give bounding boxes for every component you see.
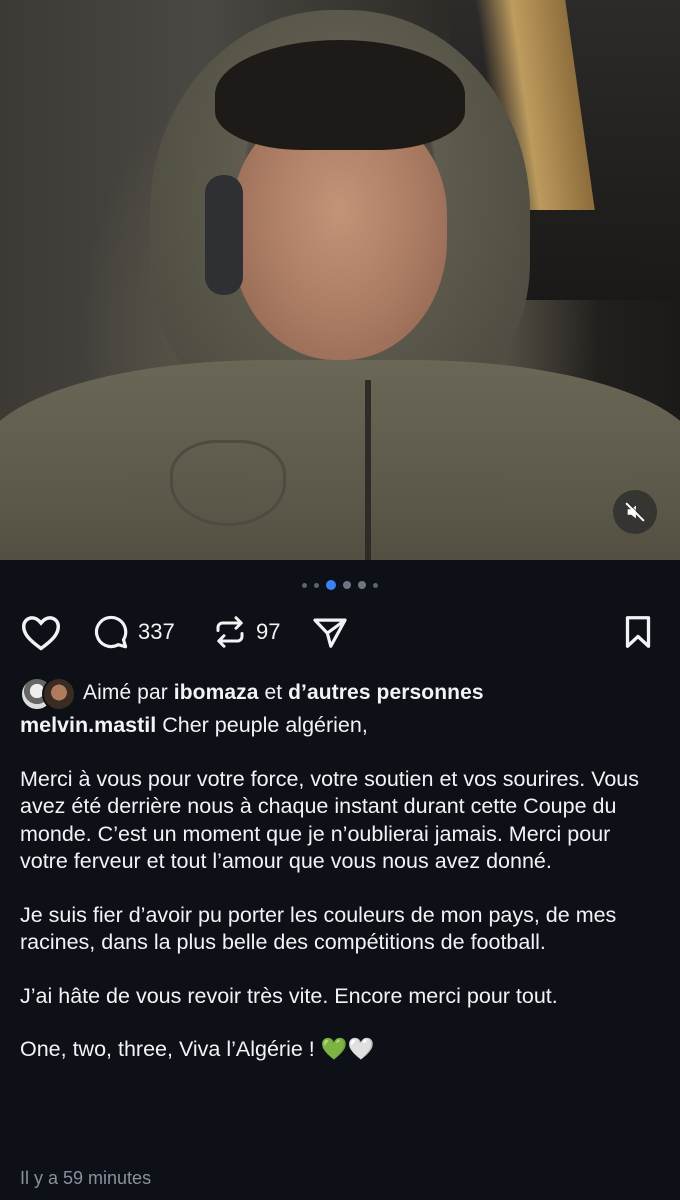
caption-username[interactable]: melvin.mastil bbox=[20, 713, 156, 737]
carousel-dot bbox=[373, 582, 378, 588]
caption-paragraph: Merci à vous pour votre force, votre sou… bbox=[20, 766, 640, 874]
post-media-photo[interactable] bbox=[0, 0, 680, 560]
caption-first-line: melvin.mastil Cher peuple algérien, bbox=[20, 712, 660, 740]
comment-count: 337 bbox=[138, 619, 175, 644]
liker-avatars bbox=[20, 677, 76, 711]
photo-hair bbox=[215, 40, 465, 150]
carousel-dot-active bbox=[326, 580, 336, 590]
repost-count: 97 bbox=[256, 619, 281, 644]
share-button[interactable] bbox=[310, 613, 350, 651]
photo-headphone bbox=[205, 175, 243, 295]
liked-by-row[interactable]: Aimé par ibomaza et d’autres personnes bbox=[20, 676, 484, 711]
save-button[interactable] bbox=[620, 613, 656, 651]
carousel-dot bbox=[314, 582, 319, 588]
liked-by-connector: et bbox=[264, 681, 283, 704]
mute-button[interactable] bbox=[613, 490, 657, 534]
speaker-muted-icon bbox=[625, 502, 645, 522]
avatar bbox=[42, 677, 76, 711]
caption-greeting: Cher peuple algérien, bbox=[162, 713, 368, 737]
liked-by-prefix: Aimé par bbox=[83, 681, 168, 704]
comment-bubble-icon bbox=[94, 615, 128, 649]
caption-paragraph: One, two, three, Viva l’Algérie ! 💚🤍 bbox=[20, 1037, 375, 1061]
carousel-dot bbox=[358, 581, 366, 589]
carousel-dot bbox=[302, 582, 307, 588]
repost-button[interactable]: 97 bbox=[212, 613, 280, 651]
caption-paragraph: J’ai hâte de vous revoir très vite. Enco… bbox=[20, 983, 558, 1008]
carousel-dot bbox=[343, 581, 351, 589]
photo-jacket bbox=[0, 360, 680, 560]
liked-by-others[interactable]: d’autres personnes bbox=[288, 681, 484, 705]
repost-icon bbox=[216, 616, 244, 648]
post-caption: melvin.mastil Cher peuple algérien, Merc… bbox=[20, 712, 660, 1090]
carousel-indicator bbox=[0, 578, 680, 592]
photo-crest bbox=[170, 440, 286, 526]
liked-by-user[interactable]: ibomaza bbox=[174, 681, 259, 705]
post-action-bar: 337 97 bbox=[20, 611, 660, 655]
like-button[interactable] bbox=[20, 613, 62, 651]
send-icon bbox=[313, 618, 347, 648]
bookmark-icon bbox=[625, 616, 651, 648]
post-timestamp: Il y a 59 minutes bbox=[20, 1168, 152, 1188]
caption-paragraph: Je suis fier d’avoir pu porter les coule… bbox=[20, 902, 617, 955]
photo-zipper bbox=[365, 380, 371, 560]
comment-button[interactable]: 337 bbox=[92, 613, 175, 651]
heart-icon bbox=[21, 616, 61, 651]
